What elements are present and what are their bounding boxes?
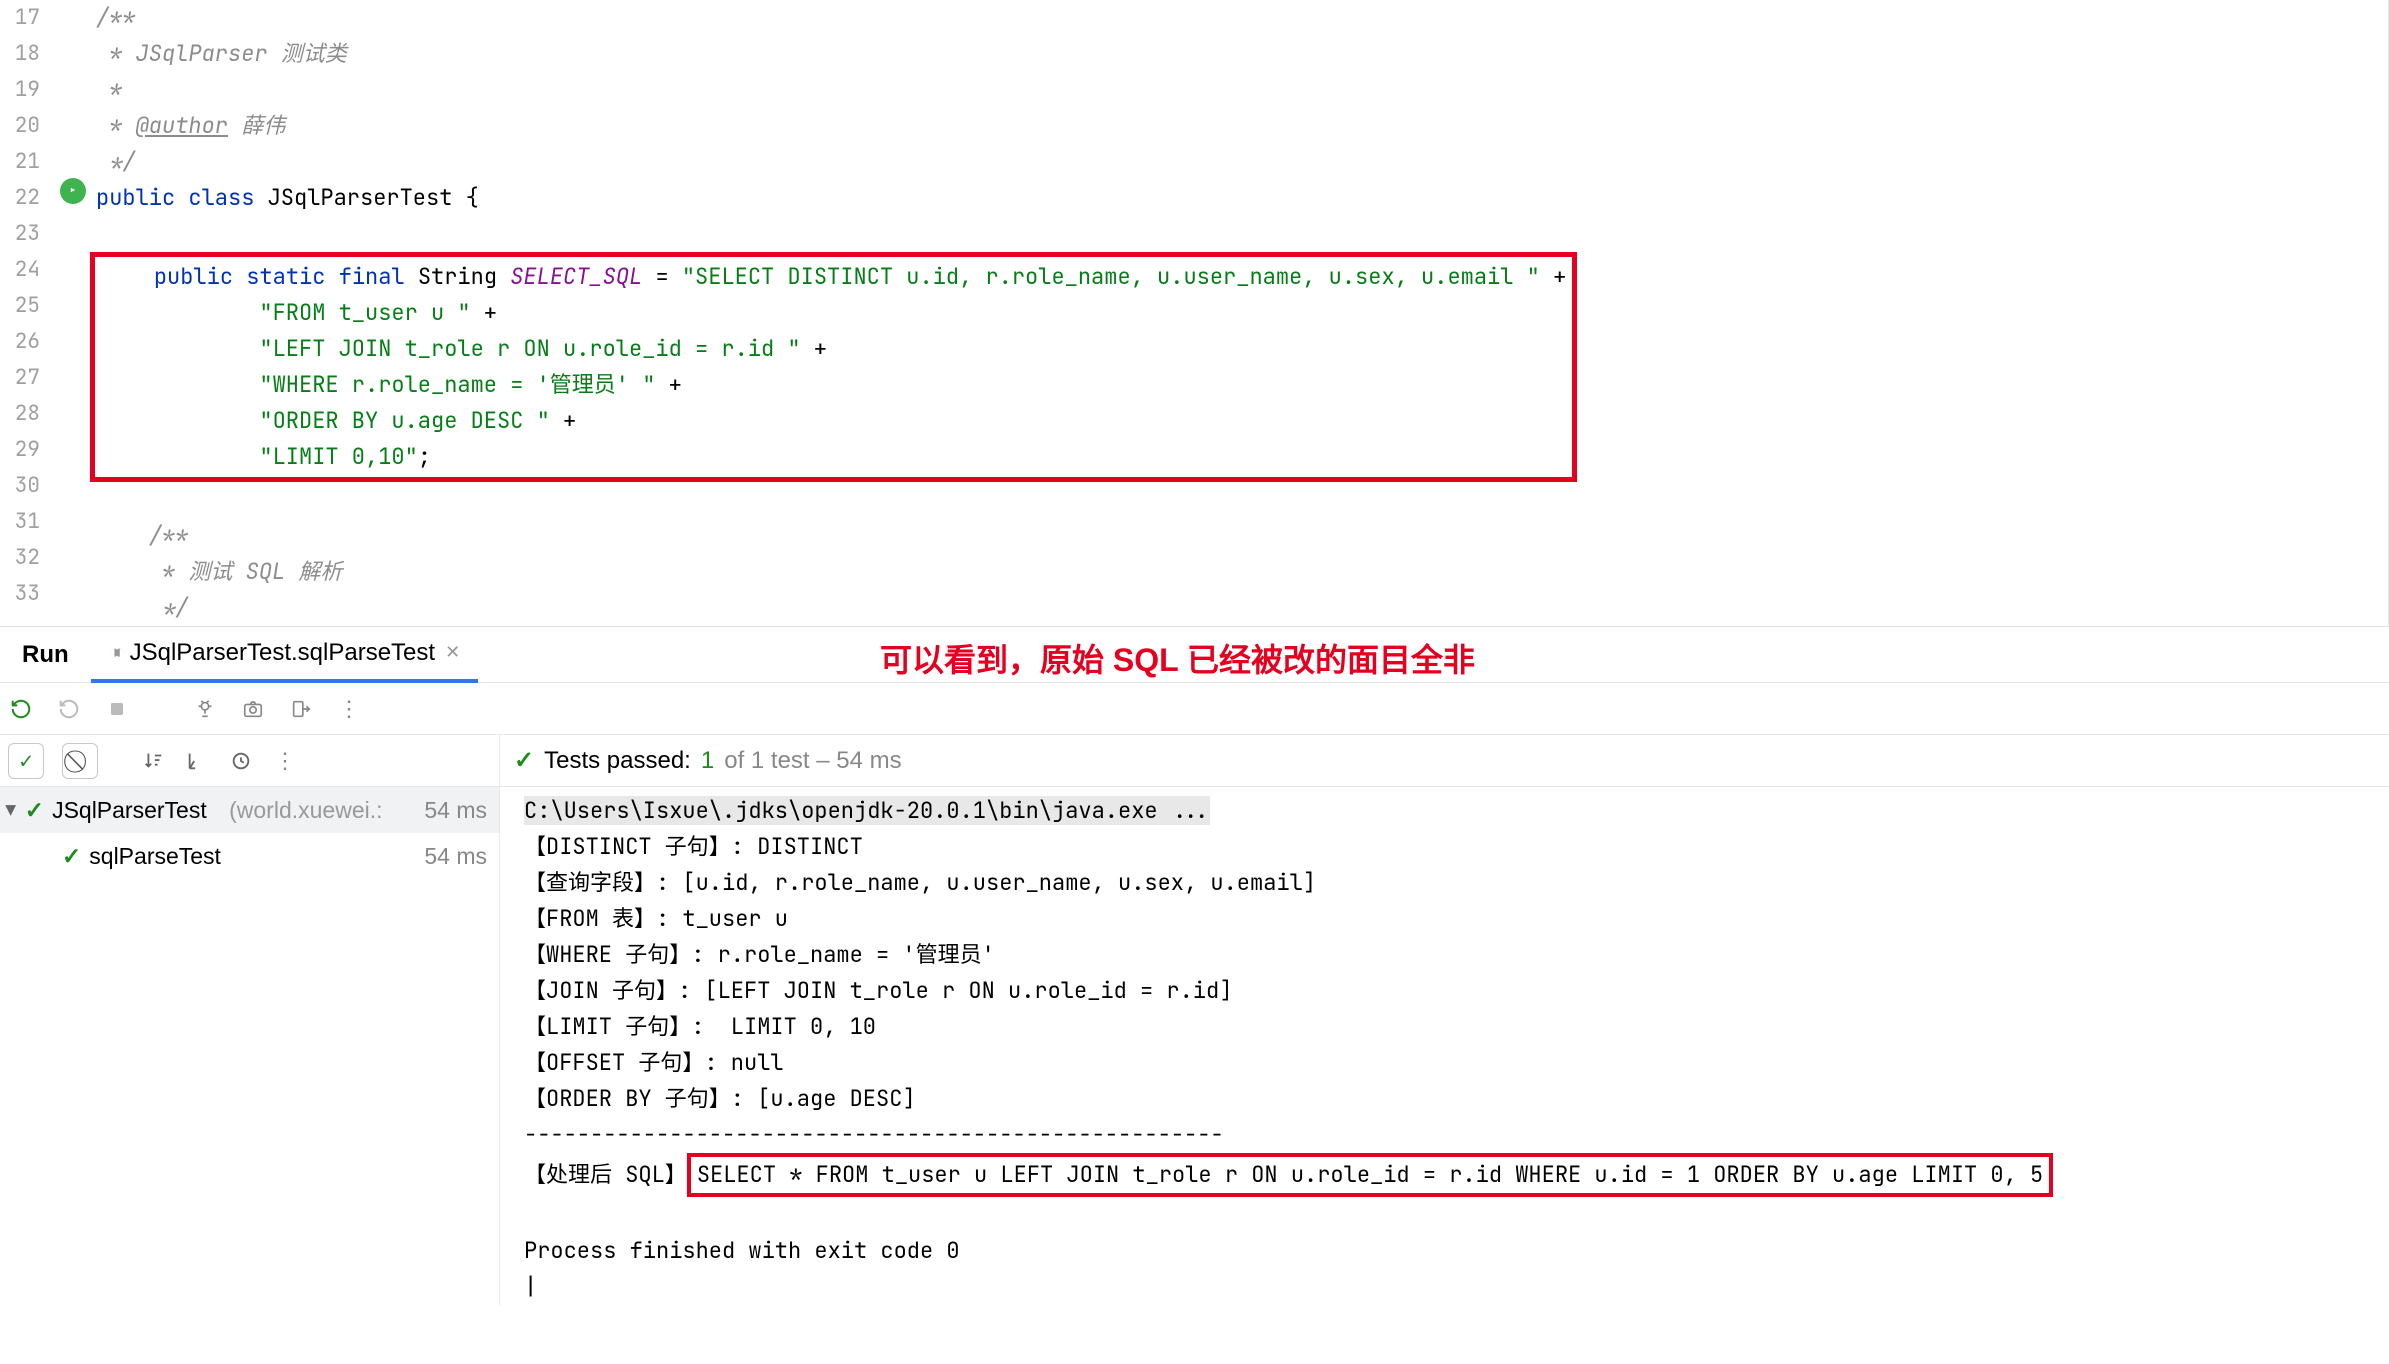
sort-icon[interactable] — [140, 748, 166, 774]
tree-more-icon[interactable]: ⋮ — [272, 748, 298, 774]
line-number: 19 — [0, 72, 40, 108]
line-number: 22 — [0, 180, 40, 216]
line-number-gutter: 1718192021222324252627282930313233 — [0, 0, 58, 626]
show-passed-icon[interactable]: ✓ — [8, 743, 44, 779]
line-number: 20 — [0, 108, 40, 144]
code-line — [96, 216, 2348, 252]
code-content[interactable]: /** * JSqlParser 测试类 * * @author 薛伟 */pu… — [96, 0, 2389, 626]
line-number: 32 — [0, 540, 40, 576]
tree-root-time: 54 ms — [424, 797, 499, 824]
run-tab-bar: Run ◑◐ JSqlParserTest.sqlParseTest ✕ 可以看… — [0, 627, 2389, 683]
close-tab-icon[interactable]: ✕ — [445, 642, 460, 663]
line-number: 30 — [0, 468, 40, 504]
rerun-failed-icon[interactable] — [56, 696, 82, 722]
console-cursor: | — [524, 1269, 2389, 1305]
code-line: "WHERE r.role_name = '管理员' " + — [101, 367, 1566, 403]
line-number: 25 — [0, 288, 40, 324]
test-tree: ▶ ✓ JSqlParserTest (world.xuewei.: 54 ms… — [0, 787, 499, 879]
active-run-tab[interactable]: ◑◐ JSqlParserTest.sqlParseTest ✕ — [91, 627, 479, 683]
run-panel-label: Run — [0, 641, 91, 669]
line-number: 27 — [0, 360, 40, 396]
line-number: 17 — [0, 0, 40, 36]
line-number: 21 — [0, 144, 40, 180]
tree-root-name: JSqlParserTest — [52, 797, 207, 824]
run-tab-title: JSqlParserTest.sqlParseTest — [130, 639, 435, 667]
code-line: "ORDER BY u.age DESC " + — [101, 403, 1566, 439]
run-body: ✓ ⃠ ⋮ ▶ ✓ JSqlParserTest (world.xuewei.:… — [0, 735, 2389, 1305]
tests-of-text: of 1 test – 54 ms — [724, 747, 901, 775]
test-config-icon: ◑◐ — [109, 642, 120, 664]
console-line: ----------------------------------------… — [524, 1117, 2389, 1153]
console-line: 【OFFSET 子句】: null — [524, 1045, 2389, 1081]
history-icon[interactable] — [228, 748, 254, 774]
test-summary-bar: ✓ Tests passed: 1 of 1 test – 54 ms — [500, 735, 2389, 787]
code-line: * — [96, 72, 2348, 108]
code-line: public static final String SELECT_SQL = … — [101, 259, 1566, 295]
console-line: 【WHERE 子句】: r.role_name = '管理员' — [524, 937, 2389, 973]
line-number: 33 — [0, 576, 40, 612]
console-line: 【查询字段】: [u.id, r.role_name, u.user_name,… — [524, 865, 2389, 901]
run-toolbar: ⋮ — [0, 683, 2389, 735]
code-line: */ — [96, 144, 2348, 180]
code-line: "LIMIT 0,10"; — [101, 439, 1566, 475]
run-tool-window: Run ◑◐ JSqlParserTest.sqlParseTest ✕ 可以看… — [0, 627, 2389, 1305]
code-line: */ — [96, 590, 2348, 626]
console-output[interactable]: C:\Users\Isxue\.jdks\openjdk-20.0.1\bin\… — [500, 787, 2389, 1305]
code-line — [96, 482, 2348, 518]
stop-icon[interactable] — [104, 696, 130, 722]
highlight-box: public static final String SELECT_SQL = … — [90, 252, 1577, 482]
tree-child-time: 54 ms — [424, 843, 499, 870]
code-line: public class JSqlParserTest { — [96, 180, 2348, 216]
tree-child-name: sqlParseTest — [89, 843, 221, 870]
console-line: C:\Users\Isxue\.jdks\openjdk-20.0.1\bin\… — [524, 793, 2389, 829]
test-tree-panel: ✓ ⃠ ⋮ ▶ ✓ JSqlParserTest (world.xuewei.:… — [0, 735, 500, 1305]
code-line: /** — [96, 518, 2348, 554]
line-number: 28 — [0, 396, 40, 432]
rerun-icon[interactable] — [8, 696, 34, 722]
tests-passed-label: Tests passed: — [544, 747, 691, 775]
line-number: 31 — [0, 504, 40, 540]
code-line: * JSqlParser 测试类 — [96, 36, 2348, 72]
marker-gutter: ▸ — [58, 0, 96, 626]
test-tree-child[interactable]: ✓ sqlParseTest 54 ms — [0, 833, 499, 879]
code-editor: 1718192021222324252627282930313233 ▸ /**… — [0, 0, 2389, 627]
line-number: 26 — [0, 324, 40, 360]
camera-icon[interactable] — [240, 696, 266, 722]
processed-sql-highlight: SELECT * FROM t_user u LEFT JOIN t_role … — [687, 1153, 2053, 1197]
code-line: "FROM t_user u " + — [101, 295, 1566, 331]
run-class-gutter-icon[interactable]: ▸ — [60, 178, 86, 204]
console-line: 【ORDER BY 子句】: [u.age DESC] — [524, 1081, 2389, 1117]
line-number: 23 — [0, 216, 40, 252]
line-number: 24 — [0, 252, 40, 288]
tests-passed-count: 1 — [701, 747, 714, 775]
console-line: 【DISTINCT 子句】: DISTINCT — [524, 829, 2389, 865]
console-line: Process finished with exit code 0 — [524, 1233, 2389, 1269]
code-line: * 测试 SQL 解析 — [96, 554, 2348, 590]
code-line: "LEFT JOIN t_role r ON u.role_id = r.id … — [101, 331, 1566, 367]
import-icon[interactable] — [184, 748, 210, 774]
console-line: 【处理后 SQL】SELECT * FROM t_user u LEFT JOI… — [524, 1153, 2389, 1197]
test-tree-toolbar: ✓ ⃠ ⋮ — [0, 735, 499, 787]
console-line — [524, 1197, 2389, 1233]
pass-icon: ✓ — [514, 746, 534, 775]
overlay-annotation: 可以看到，原始 SQL 已经被改的面目全非 — [880, 635, 1475, 681]
exit-icon[interactable] — [288, 696, 314, 722]
console-line: 【JOIN 子句】: [LEFT JOIN t_role r ON u.role… — [524, 973, 2389, 1009]
pass-icon: ✓ — [25, 797, 44, 824]
more-icon[interactable]: ⋮ — [336, 696, 362, 722]
line-number: 29 — [0, 432, 40, 468]
test-tree-root[interactable]: ▶ ✓ JSqlParserTest (world.xuewei.: 54 ms — [0, 787, 499, 833]
dump-threads-icon[interactable] — [192, 696, 218, 722]
tree-root-pkg: (world.xuewei.: — [229, 797, 382, 824]
chevron-down-icon: ▶ — [3, 805, 20, 816]
code-line: * @author 薛伟 — [96, 108, 2348, 144]
console-panel: ✓ Tests passed: 1 of 1 test – 54 ms C:\U… — [500, 735, 2389, 1305]
console-line: 【FROM 表】: t_user u — [524, 901, 2389, 937]
code-line: /** — [96, 0, 2348, 36]
pass-icon: ✓ — [62, 843, 81, 870]
line-number: 18 — [0, 36, 40, 72]
show-ignored-icon[interactable]: ⃠ — [62, 743, 98, 779]
console-line: 【LIMIT 子句】: LIMIT 0, 10 — [524, 1009, 2389, 1045]
